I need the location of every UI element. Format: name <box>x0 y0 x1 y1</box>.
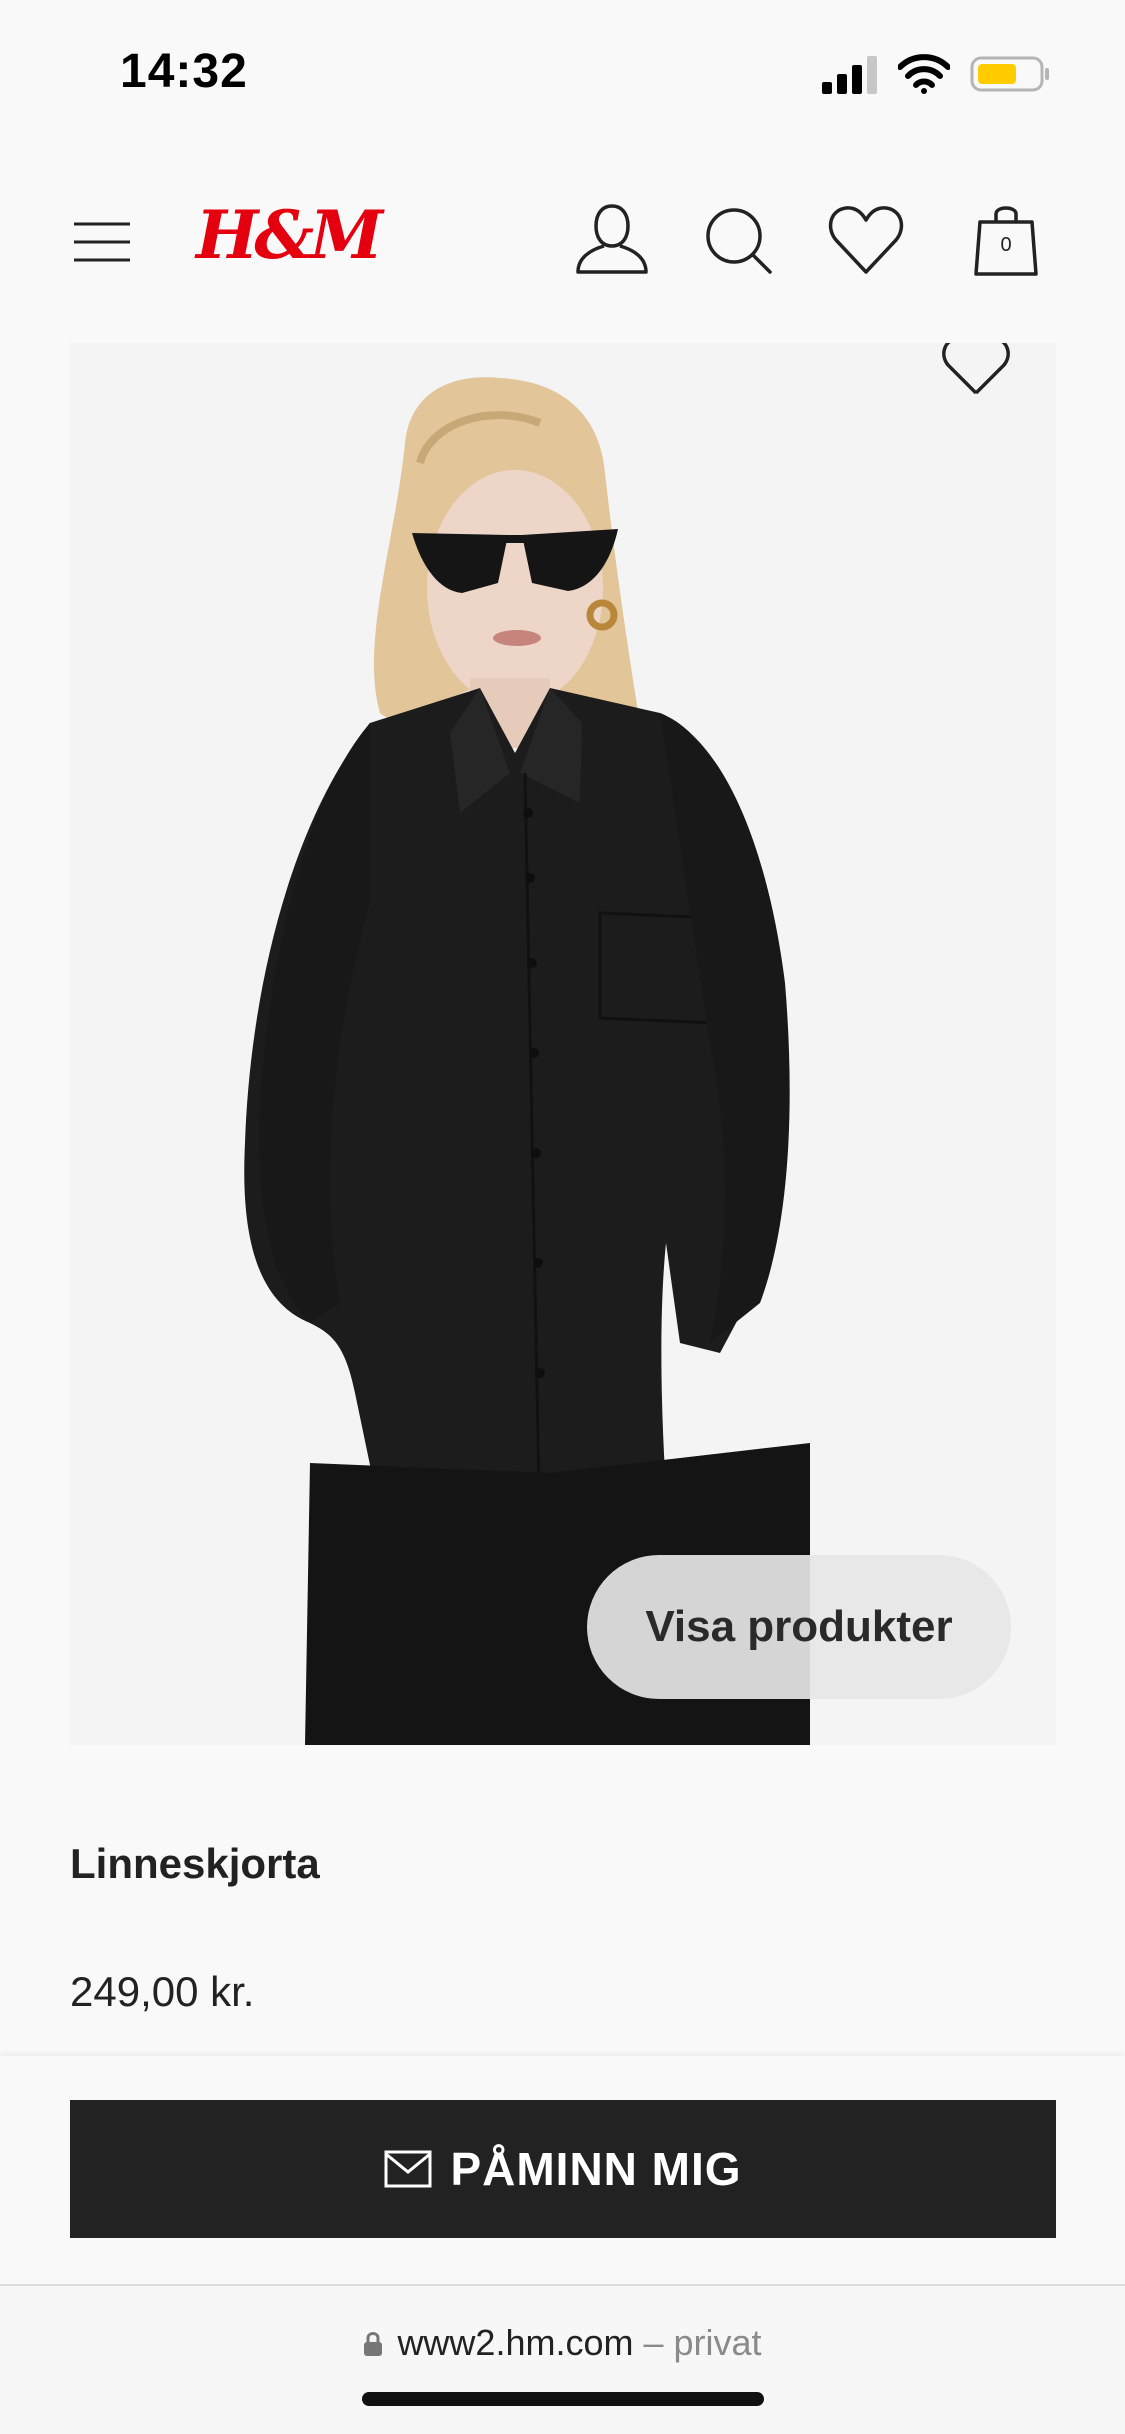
status-bar: 14:32 <box>0 0 1125 140</box>
home-indicator[interactable] <box>362 2392 764 2406</box>
logo-text: H&M <box>196 196 383 274</box>
favorite-heart-icon[interactable] <box>936 343 1016 403</box>
mail-icon <box>384 2150 432 2188</box>
product-name[interactable]: Linneskjorta <box>70 1840 320 1888</box>
product-image[interactable]: Visa produkter <box>70 343 1056 1745</box>
address-field[interactable]: www2.hm.com – privat <box>0 2322 1125 2364</box>
model-photo <box>70 343 1056 1745</box>
remind-me-label: PÅMINN MIG <box>450 2143 742 2195</box>
browser-url-bar: www2.hm.com – privat <box>0 2284 1125 2434</box>
sticky-action-bar: PÅMINN MIG <box>0 2056 1125 2284</box>
battery-icon <box>970 56 1049 92</box>
product-page: 14:32 H&M 0 Visa produkter Linneskjorta … <box>0 0 1125 2434</box>
lock-icon <box>364 2332 383 2356</box>
account-icon[interactable] <box>572 200 652 280</box>
cellular-signal-icon <box>822 56 877 94</box>
remind-me-button[interactable]: PÅMINN MIG <box>70 2100 1056 2238</box>
status-time: 14:32 <box>120 45 248 98</box>
search-icon[interactable] <box>698 200 778 280</box>
menu-icon[interactable] <box>72 220 132 264</box>
wishlist-icon[interactable] <box>826 200 906 280</box>
wifi-icon <box>898 54 950 94</box>
hm-logo[interactable]: H&M <box>196 202 383 268</box>
bag-count: 0 <box>1000 234 1012 256</box>
private-mode-label: – privat <box>633 2322 762 2363</box>
shopping-bag-button[interactable]: 0 <box>966 200 1046 280</box>
url-text: www2.hm.com <box>397 2322 634 2363</box>
product-price: 249,00 kr. <box>70 1968 255 2015</box>
site-header: H&M 0 <box>0 180 1125 300</box>
show-products-button[interactable]: Visa produkter <box>587 1555 1011 1699</box>
